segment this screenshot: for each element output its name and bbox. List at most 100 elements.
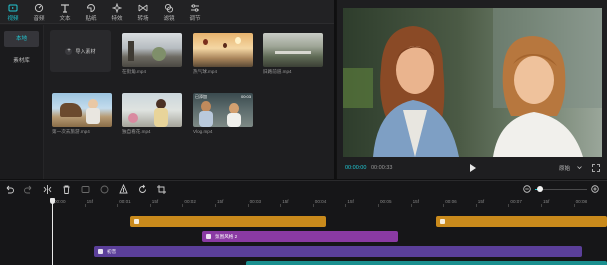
tab-sticker[interactable]: 贴纸: [78, 0, 104, 24]
undo-icon[interactable]: [4, 184, 15, 195]
ruler-tick-label: 00:00: [54, 199, 66, 204]
audio-clip-icon: [98, 249, 103, 254]
media-clip[interactable]: 独自看花.mp4: [122, 93, 182, 135]
sticker-clip-icon: [134, 219, 139, 224]
clip-name: 旧路前道.mp4: [263, 69, 292, 74]
tab-effects[interactable]: 特效: [104, 0, 130, 24]
reverse-icon[interactable]: [99, 184, 110, 195]
total-time: 00:00:33: [371, 165, 393, 171]
ruler-tick: [182, 204, 184, 207]
side-nav-library[interactable]: 素材库: [4, 53, 39, 69]
clip-name: 第一次去旅游.mp4: [52, 129, 90, 134]
ruler-tick-label: 15f: [477, 199, 485, 204]
ruler-tick-label: 00:07: [510, 199, 522, 204]
tab-adjust[interactable]: 调节: [182, 0, 208, 24]
video-icon: [8, 4, 18, 11]
ruler-tick: [84, 204, 86, 207]
clip-title: 初音: [107, 249, 117, 254]
clip-thumbnail: [122, 93, 182, 127]
clip-thumbnail: [52, 93, 112, 127]
ruler-tick-label: 15f: [282, 199, 289, 204]
ruler-tick-label: 00:05: [380, 199, 392, 204]
preview-controls: 00:00:00 00:00:33 原始: [337, 159, 607, 177]
timeline-clip[interactable]: [246, 261, 607, 265]
sticker-clip-icon: [440, 219, 445, 224]
ruler-tick: [541, 204, 542, 207]
ruler-tick-label: 15f: [543, 199, 550, 204]
ruler-tick: [247, 204, 249, 207]
clip-name: 独自看花.mp4: [122, 129, 151, 134]
text-icon: [61, 3, 69, 13]
zoom-in-icon[interactable]: [591, 185, 599, 193]
tab-label: 文本: [59, 15, 71, 22]
split-icon[interactable]: [42, 184, 53, 195]
top-toolbar: 视频 音频 文本 贴纸 特效 转场 滤镜 调节: [0, 0, 334, 24]
clip-thumbnail: 已添加 00:03: [193, 93, 253, 127]
media-clip[interactable]: 旧路前道.mp4: [263, 33, 323, 75]
side-nav-local[interactable]: 本地: [4, 31, 39, 47]
tab-audio[interactable]: 音频: [26, 0, 52, 24]
clip-duration: 00:03: [240, 94, 251, 99]
ruler-tick: [149, 204, 151, 207]
rotate-icon[interactable]: [137, 184, 148, 195]
media-clip[interactable]: 第一次去旅游.mp4: [52, 93, 112, 135]
timeline-ruler[interactable]: 00:00 15f 00:01 15f 00:02 15f 00:03 15f 00:04 15f…: [0, 197, 607, 207]
aspect-ratio-select[interactable]: 原始: [559, 164, 570, 172]
redo-icon[interactable]: [23, 184, 34, 195]
ruler-tick: [410, 204, 412, 207]
preview-frame: [343, 8, 602, 157]
clip-thumbnail: [193, 33, 253, 67]
clip-thumbnail: [263, 33, 323, 67]
tab-label: 贴纸: [85, 15, 97, 22]
media-panel: 视频 音频 文本 贴纸 特效 转场 滤镜 调节 本地 素材库 + 导入素材 在街…: [0, 0, 334, 179]
zoom-slider-handle[interactable]: [537, 186, 543, 192]
timeline-clip[interactable]: 氛围风格 2: [202, 231, 398, 242]
freeze-icon[interactable]: [80, 184, 91, 195]
sticker-icon: [86, 3, 95, 12]
tab-label: 视频: [7, 15, 19, 22]
effects-icon: [112, 2, 122, 13]
added-badge: 已添加: [195, 94, 207, 99]
tab-filter[interactable]: 滤镜: [156, 0, 182, 24]
preview-panel: 00:00:00 00:00:33 原始: [336, 0, 607, 179]
fullscreen-icon[interactable]: [592, 164, 600, 172]
tab-text[interactable]: 文本: [52, 0, 78, 24]
ruler-tick-label: 00:08: [575, 199, 588, 204]
media-clip[interactable]: 在街角.mp4: [122, 33, 182, 75]
crop-icon[interactable]: [156, 184, 167, 195]
side-nav: 本地 素材库: [0, 25, 44, 179]
timeline-clip[interactable]: [130, 216, 326, 227]
audio-icon: [34, 3, 44, 12]
import-label: 导入素材: [75, 48, 96, 55]
tab-label: 滤镜: [163, 15, 175, 22]
ruler-tick: [443, 204, 445, 207]
play-button[interactable]: [470, 164, 476, 172]
delete-icon[interactable]: [61, 184, 72, 195]
playhead[interactable]: [52, 198, 53, 265]
tab-transition[interactable]: 转场: [130, 0, 156, 24]
import-button[interactable]: + 导入素材: [50, 30, 111, 72]
adjust-icon: [191, 3, 199, 12]
clip-thumbnail: [122, 33, 182, 67]
preview-video[interactable]: [343, 8, 602, 157]
current-time: 00:00:00: [345, 165, 367, 171]
ruler-tick: [378, 204, 379, 207]
ruler-tick-label: 00:01: [119, 199, 131, 204]
clip-name: Vlog.mp4: [193, 129, 213, 134]
timeline-clip[interactable]: 初音: [94, 246, 582, 257]
clip-title: 氛围风格 2: [215, 234, 238, 239]
ruler-tick-label: 15f: [347, 199, 354, 204]
ruler-tick: [345, 204, 347, 207]
playhead-handle[interactable]: [50, 198, 55, 204]
zoom-out-icon[interactable]: [523, 185, 531, 193]
timeline-clip[interactable]: [436, 216, 607, 227]
tab-label: 转场: [137, 15, 149, 22]
tab-label: 特效: [111, 15, 123, 22]
mirror-icon[interactable]: [118, 183, 129, 195]
tab-label: 调节: [189, 15, 201, 22]
ruler-tick: [508, 204, 510, 207]
media-clip[interactable]: 热气球.mp4: [193, 33, 253, 75]
tab-video[interactable]: 视频: [0, 0, 26, 24]
ruler-tick-label: 15f: [151, 199, 159, 204]
media-clip[interactable]: 已添加 00:03 Vlog.mp4: [193, 93, 253, 134]
